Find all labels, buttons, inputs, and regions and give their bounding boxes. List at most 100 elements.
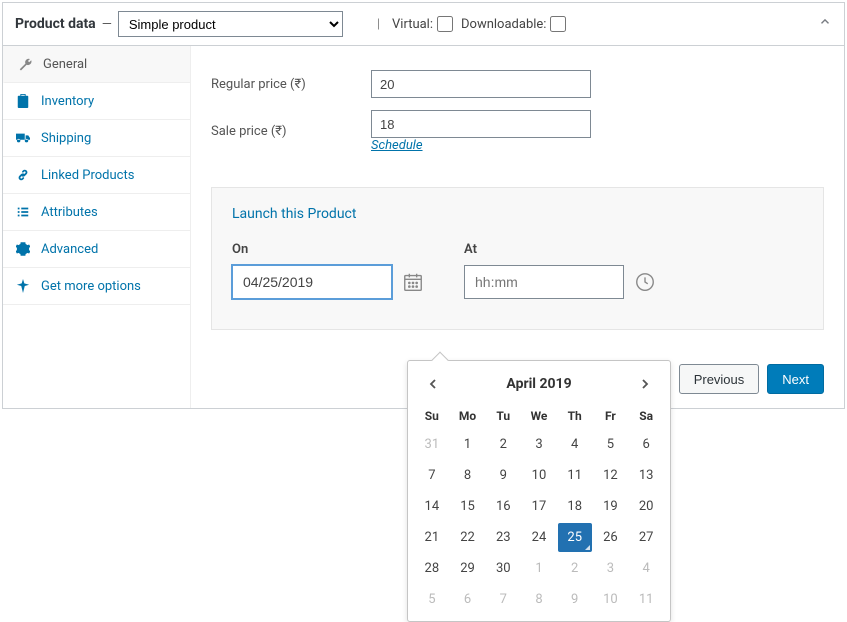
- datepicker-day[interactable]: 3: [594, 554, 628, 583]
- datepicker-next[interactable]: [634, 373, 656, 395]
- datepicker-day[interactable]: 9: [486, 461, 520, 490]
- datepicker-day[interactable]: 7: [415, 461, 449, 490]
- datepicker-title: April 2019: [506, 376, 571, 392]
- datepicker-day[interactable]: 29: [451, 554, 485, 583]
- virtual-checkbox[interactable]: [437, 16, 453, 32]
- calendar-icon[interactable]: [402, 271, 424, 293]
- datepicker-dow: Th: [557, 403, 593, 429]
- tab-attributes[interactable]: Attributes: [3, 194, 190, 231]
- datepicker-day[interactable]: 13: [629, 461, 663, 490]
- product-data-panel: Product data — Simple product | Virtual:…: [2, 2, 845, 409]
- panel-body: General Inventory Shipping Linked Produc…: [3, 46, 844, 408]
- downloadable-toggle[interactable]: Downloadable:: [461, 16, 566, 32]
- datepicker-day[interactable]: 14: [415, 492, 449, 521]
- schedule-link[interactable]: Schedule: [371, 138, 423, 153]
- product-type-select[interactable]: Simple product: [118, 11, 343, 37]
- datepicker-day[interactable]: 31: [415, 430, 449, 459]
- header-meta: | Virtual: Downloadable:: [373, 16, 567, 32]
- datepicker-dow: Fr: [593, 403, 629, 429]
- datepicker-day[interactable]: 4: [558, 430, 592, 459]
- sale-price-label: Sale price (₹): [211, 124, 371, 139]
- main-content: Regular price (₹) Sale price (₹) Schedul…: [191, 46, 844, 408]
- datepicker-day[interactable]: 17: [522, 492, 556, 521]
- collapse-toggle[interactable]: [818, 15, 832, 33]
- tab-inventory-label: Inventory: [41, 94, 94, 109]
- datepicker-day[interactable]: 11: [558, 461, 592, 490]
- datepicker-day[interactable]: 15: [451, 492, 485, 521]
- datepicker-day[interactable]: 5: [415, 585, 449, 614]
- truck-icon: [15, 130, 31, 146]
- tab-shipping[interactable]: Shipping: [3, 120, 190, 157]
- panel-title-dash: —: [102, 17, 112, 32]
- previous-button[interactable]: Previous: [679, 364, 760, 394]
- datepicker-day[interactable]: 3: [522, 430, 556, 459]
- next-button[interactable]: Next: [767, 364, 824, 394]
- datepicker-day[interactable]: 30: [486, 554, 520, 583]
- sparkle-icon: [15, 278, 31, 294]
- datepicker-day[interactable]: 27: [629, 523, 663, 552]
- tab-linked-products[interactable]: Linked Products: [3, 157, 190, 194]
- sale-price-input[interactable]: [371, 110, 591, 138]
- launch-time-input[interactable]: [464, 265, 624, 299]
- datepicker-dow: Tu: [485, 403, 521, 429]
- datepicker-days-grid: 3112345678910111213141516171819202122232…: [414, 429, 664, 615]
- tab-get-more[interactable]: Get more options: [3, 268, 190, 305]
- datepicker-dow: Mo: [450, 403, 486, 429]
- launch-on-label: On: [232, 242, 424, 257]
- datepicker-day[interactable]: 22: [451, 523, 485, 552]
- virtual-label: Virtual:: [392, 17, 433, 32]
- datepicker-day[interactable]: 4: [629, 554, 663, 583]
- launch-date-input[interactable]: [232, 265, 392, 299]
- datepicker-day[interactable]: 6: [629, 430, 663, 459]
- datepicker-dow-row: SuMoTuWeThFrSa: [414, 403, 664, 429]
- datepicker-day[interactable]: 5: [594, 430, 628, 459]
- datepicker-day[interactable]: 28: [415, 554, 449, 583]
- downloadable-label: Downloadable:: [461, 17, 546, 32]
- datepicker-dow: Sa: [628, 403, 664, 429]
- datepicker-day[interactable]: 12: [594, 461, 628, 490]
- wrench-icon: [17, 56, 33, 72]
- datepicker-day[interactable]: 19: [594, 492, 628, 521]
- tab-inventory[interactable]: Inventory: [3, 83, 190, 120]
- clock-icon[interactable]: [634, 271, 656, 293]
- datepicker-day[interactable]: 11: [629, 585, 663, 614]
- datepicker-day[interactable]: 10: [594, 585, 628, 614]
- datepicker-dow: We: [521, 403, 557, 429]
- datepicker-day[interactable]: 18: [558, 492, 592, 521]
- sidebar: General Inventory Shipping Linked Produc…: [3, 46, 191, 408]
- tab-general[interactable]: General: [3, 46, 190, 83]
- regular-price-field: Regular price (₹): [211, 70, 824, 98]
- price-fields: Regular price (₹) Sale price (₹) Schedul…: [191, 46, 844, 177]
- downloadable-checkbox[interactable]: [550, 16, 566, 32]
- tab-get-more-label: Get more options: [41, 279, 141, 294]
- datepicker-day[interactable]: 8: [522, 585, 556, 614]
- datepicker-day[interactable]: 9: [558, 585, 592, 614]
- regular-price-input[interactable]: [371, 70, 591, 98]
- panel-title: Product data: [15, 16, 96, 32]
- datepicker-day[interactable]: 1: [522, 554, 556, 583]
- tab-advanced-label: Advanced: [41, 242, 98, 257]
- datepicker-day[interactable]: 24: [522, 523, 556, 552]
- datepicker-day[interactable]: 10: [522, 461, 556, 490]
- virtual-toggle[interactable]: Virtual:: [392, 16, 453, 32]
- tab-attributes-label: Attributes: [41, 205, 98, 220]
- datepicker-day[interactable]: 6: [451, 585, 485, 614]
- datepicker-header: April 2019: [414, 369, 664, 403]
- datepicker-day[interactable]: 7: [486, 585, 520, 614]
- datepicker-day[interactable]: 25: [558, 523, 592, 552]
- datepicker-day[interactable]: 26: [594, 523, 628, 552]
- datepicker-prev[interactable]: [422, 373, 444, 395]
- datepicker-day[interactable]: 2: [486, 430, 520, 459]
- tab-advanced[interactable]: Advanced: [3, 231, 190, 268]
- datepicker-day[interactable]: 2: [558, 554, 592, 583]
- regular-price-label: Regular price (₹): [211, 77, 371, 92]
- datepicker-day[interactable]: 20: [629, 492, 663, 521]
- datepicker-day[interactable]: 16: [486, 492, 520, 521]
- datepicker-day[interactable]: 21: [415, 523, 449, 552]
- datepicker-day[interactable]: 23: [486, 523, 520, 552]
- datepicker-day[interactable]: 1: [451, 430, 485, 459]
- tab-linked-label: Linked Products: [41, 168, 134, 183]
- tab-shipping-label: Shipping: [41, 131, 91, 146]
- datepicker-day[interactable]: 8: [451, 461, 485, 490]
- list-icon: [15, 204, 31, 220]
